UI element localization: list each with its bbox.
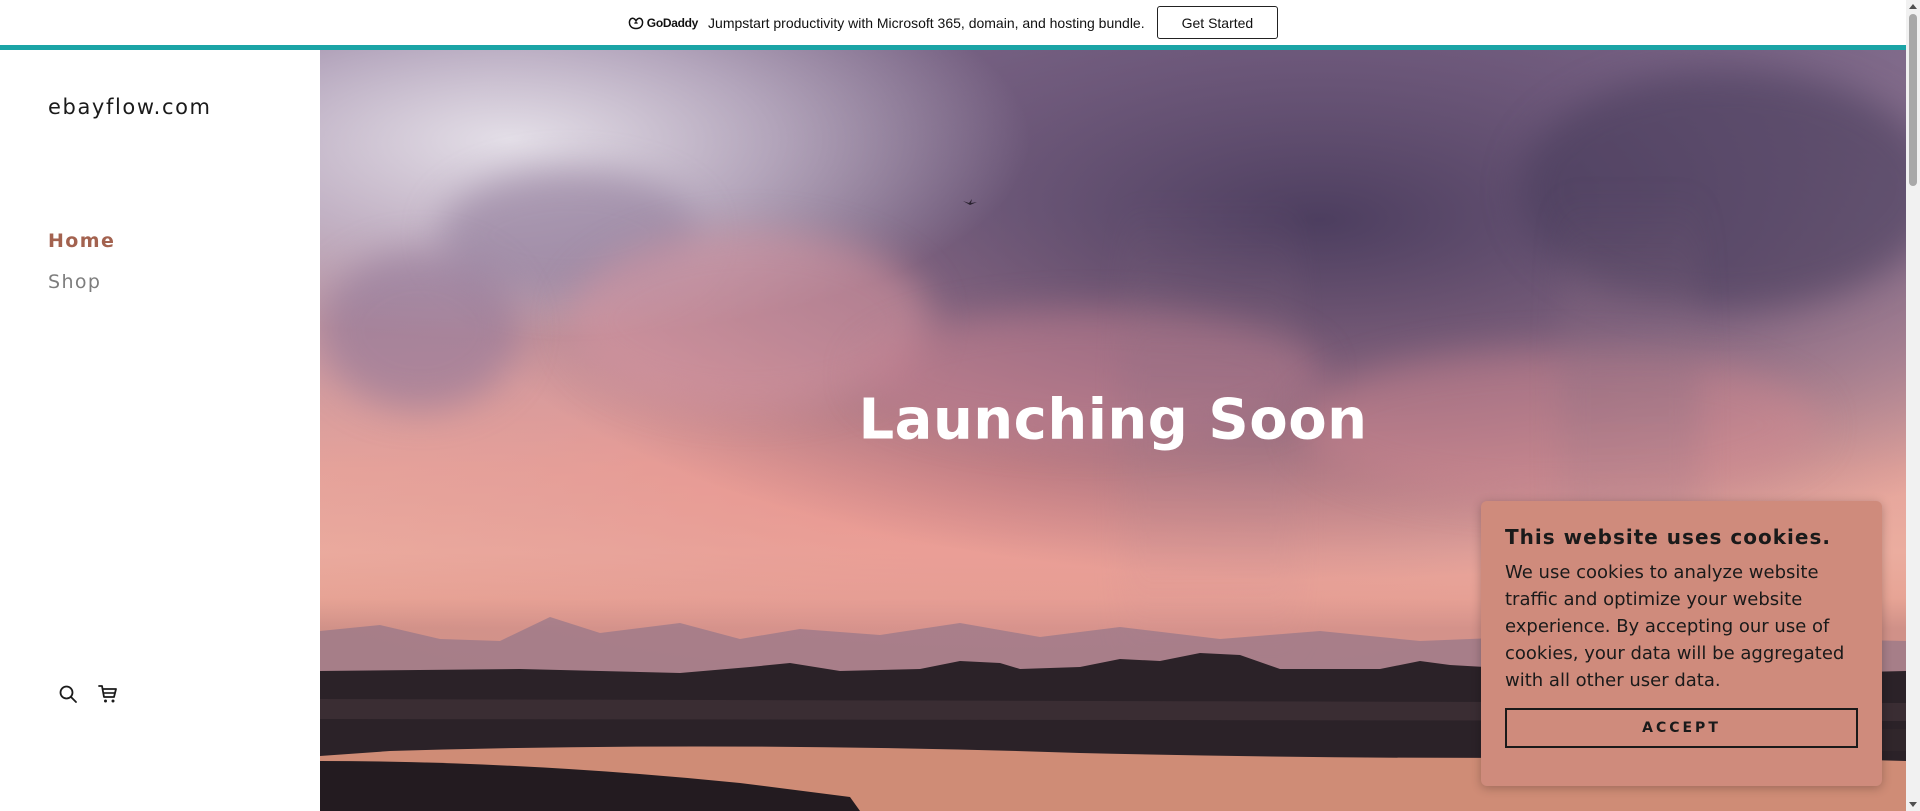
cart-icon[interactable]: [98, 684, 118, 704]
godaddy-logo-text: GoDaddy: [646, 15, 699, 30]
accept-cookies-button[interactable]: ACCEPT: [1505, 708, 1858, 748]
get-started-button[interactable]: Get Started: [1156, 6, 1279, 39]
promo-message: Jumpstart productivity with Microsoft 36…: [708, 14, 1145, 31]
hero-title: Launching Soon: [858, 387, 1368, 453]
sidebar: ebayflow.com Home Shop: [0, 50, 320, 811]
bird-silhouette: [963, 199, 977, 205]
scroll-up-arrow-icon[interactable]: [1909, 4, 1917, 9]
hero-cloud: [320, 250, 520, 410]
main-nav: Home Shop: [48, 230, 115, 312]
cookie-message: We use cookies to analyze website traffi…: [1505, 562, 1845, 691]
cookie-consent-card: This website uses cookies. We use cookie…: [1481, 501, 1882, 786]
sidebar-icon-group: [58, 684, 118, 704]
godaddy-logo-icon: [628, 17, 644, 29]
search-icon[interactable]: [58, 684, 78, 704]
nav-item-home[interactable]: Home: [48, 230, 115, 252]
page-scrollbar[interactable]: [1906, 0, 1920, 811]
site-title[interactable]: ebayflow.com: [48, 95, 212, 119]
godaddy-logo[interactable]: GoDaddy: [628, 16, 698, 30]
nav-item-shop[interactable]: Shop: [48, 271, 115, 293]
cookie-title: This website uses cookies.: [1505, 525, 1831, 549]
promo-banner: GoDaddy Jumpstart productivity with Micr…: [0, 0, 1906, 45]
scroll-down-arrow-icon[interactable]: [1909, 802, 1917, 807]
scroll-thumb[interactable]: [1909, 14, 1917, 186]
